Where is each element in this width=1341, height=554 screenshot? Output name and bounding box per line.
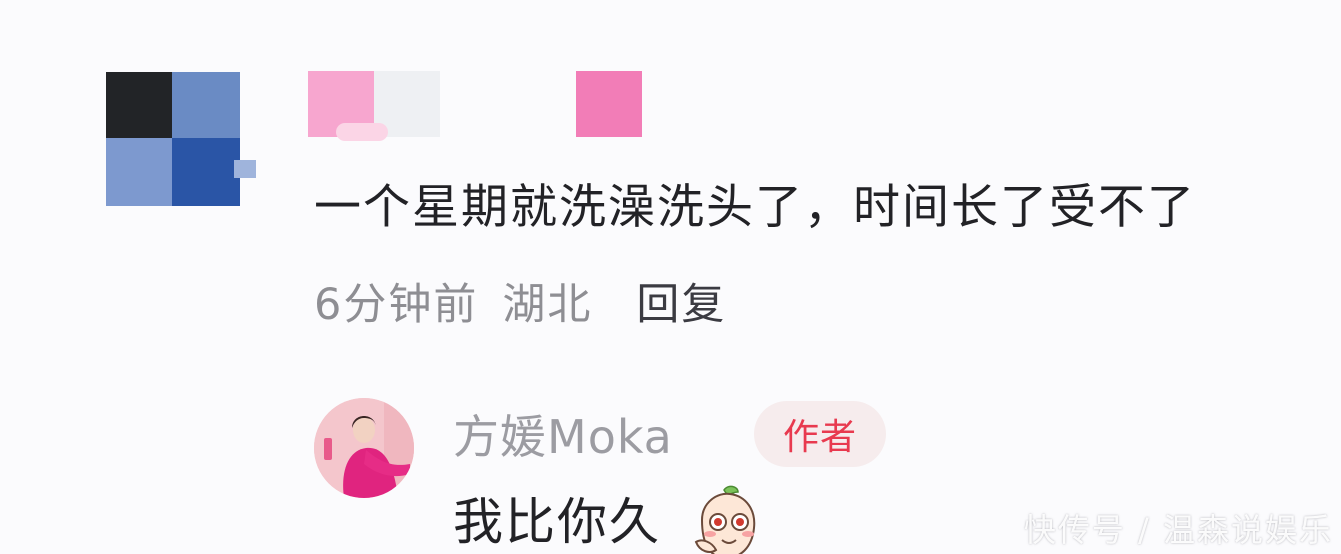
reply-button[interactable]: 回复 [636,270,726,332]
author-reply-text: 我比你久 [453,493,661,551]
comment-thread: 一个星期就洗澡洗头了，时间长了受不了 6分钟前 湖北 回复 方媛Moka 作者 … [0,0,1341,554]
comment-meta: 6分钟前 湖北 回复 [314,270,726,332]
author-avatar[interactable] [314,398,414,498]
watermark: 快传号 / 温森说娱乐 [1023,511,1333,549]
comment-time: 6分钟前 [314,280,479,330]
comment-location: 湖北 [502,280,593,330]
author-avatar-image [314,398,414,498]
shy-peach-emoji-icon [688,484,768,554]
commenter-name-mosaic[interactable] [308,71,648,141]
comment-text: 一个星期就洗澡洗头了，时间长了受不了 [314,180,1196,235]
author-badge: 作者 [754,401,886,467]
author-name[interactable]: 方媛Moka [453,407,673,467]
commenter-avatar[interactable] [106,72,256,206]
